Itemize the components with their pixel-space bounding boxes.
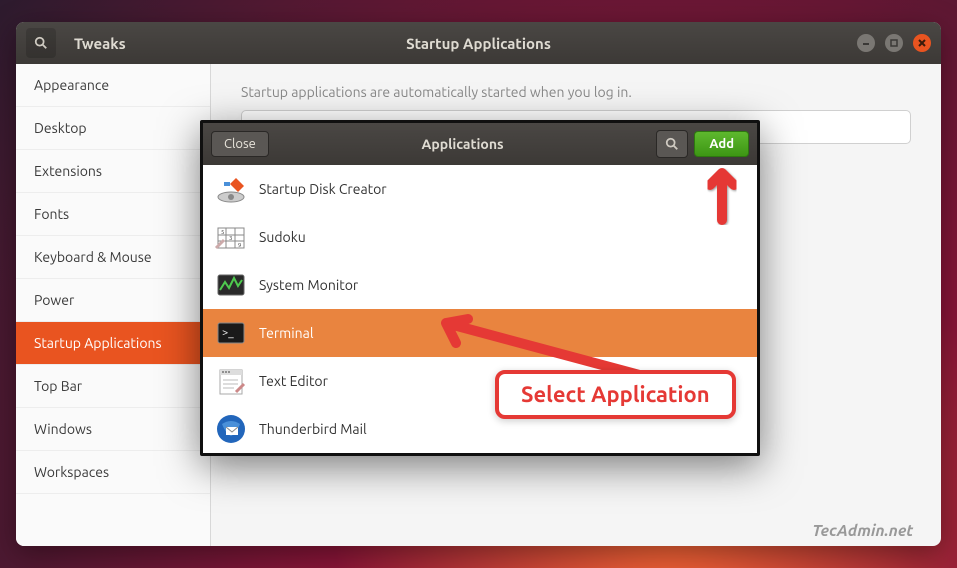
thunderbird-icon [213, 411, 249, 447]
sudoku-icon: 539 [213, 219, 249, 255]
sidebar-item[interactable]: Workspaces [16, 451, 210, 494]
titlebar: Tweaks Startup Applications [16, 22, 941, 64]
content-description: Startup applications are automatically s… [241, 84, 911, 100]
app-list-item[interactable]: >_ Terminal [203, 309, 757, 357]
sidebar-item[interactable]: Windows [16, 408, 210, 451]
dialog-search-button[interactable] [656, 130, 688, 158]
watermark: TecAdmin.net [812, 522, 913, 540]
disk-creator-icon [213, 171, 249, 207]
dialog-title: Applications [269, 136, 657, 152]
svg-text:3: 3 [229, 235, 232, 242]
svg-text:9: 9 [238, 242, 241, 249]
editor-icon [213, 363, 249, 399]
search-icon [665, 137, 679, 151]
app-item-label: Text Editor [259, 373, 328, 389]
dialog-close-button[interactable]: Close [211, 131, 269, 157]
app-item-label: Terminal [259, 325, 314, 341]
sidebar-item[interactable]: Extensions [16, 150, 210, 193]
window-controls [857, 34, 931, 52]
add-button[interactable]: Add [694, 131, 749, 157]
close-button[interactable] [913, 34, 931, 52]
sidebar-item[interactable]: Keyboard & Mouse [16, 236, 210, 279]
dialog-header: Close Applications Add [203, 123, 757, 165]
app-list-item[interactable]: 539 Sudoku [203, 213, 757, 261]
sidebar-item[interactable]: Fonts [16, 193, 210, 236]
sidebar-item[interactable]: Power [16, 279, 210, 322]
svg-text:>_: >_ [222, 327, 234, 339]
minimize-button[interactable] [857, 34, 875, 52]
window-title: Startup Applications [406, 35, 551, 52]
search-icon [34, 36, 48, 50]
sidebar-item[interactable]: Startup Applications [16, 322, 210, 365]
app-item-label: System Monitor [259, 277, 358, 293]
svg-text:5: 5 [221, 229, 224, 236]
sidebar: AppearanceDesktopExtensionsFontsKeyboard… [16, 64, 211, 546]
app-item-label: Thunderbird Mail [259, 421, 367, 437]
app-item-label: Sudoku [259, 229, 306, 245]
sidebar-item[interactable]: Appearance [16, 64, 210, 107]
app-list-item[interactable]: System Monitor [203, 261, 757, 309]
annotation-callout: Select Application [495, 370, 736, 419]
app-item-label: Startup Disk Creator [259, 181, 387, 197]
sidebar-item[interactable]: Top Bar [16, 365, 210, 408]
terminal-icon: >_ [213, 315, 249, 351]
titlebar-search-button[interactable] [26, 28, 56, 58]
sidebar-item[interactable]: Desktop [16, 107, 210, 150]
maximize-button[interactable] [885, 34, 903, 52]
monitor-icon [213, 267, 249, 303]
app-name: Tweaks [74, 35, 126, 52]
app-list-item[interactable]: Startup Disk Creator [203, 165, 757, 213]
